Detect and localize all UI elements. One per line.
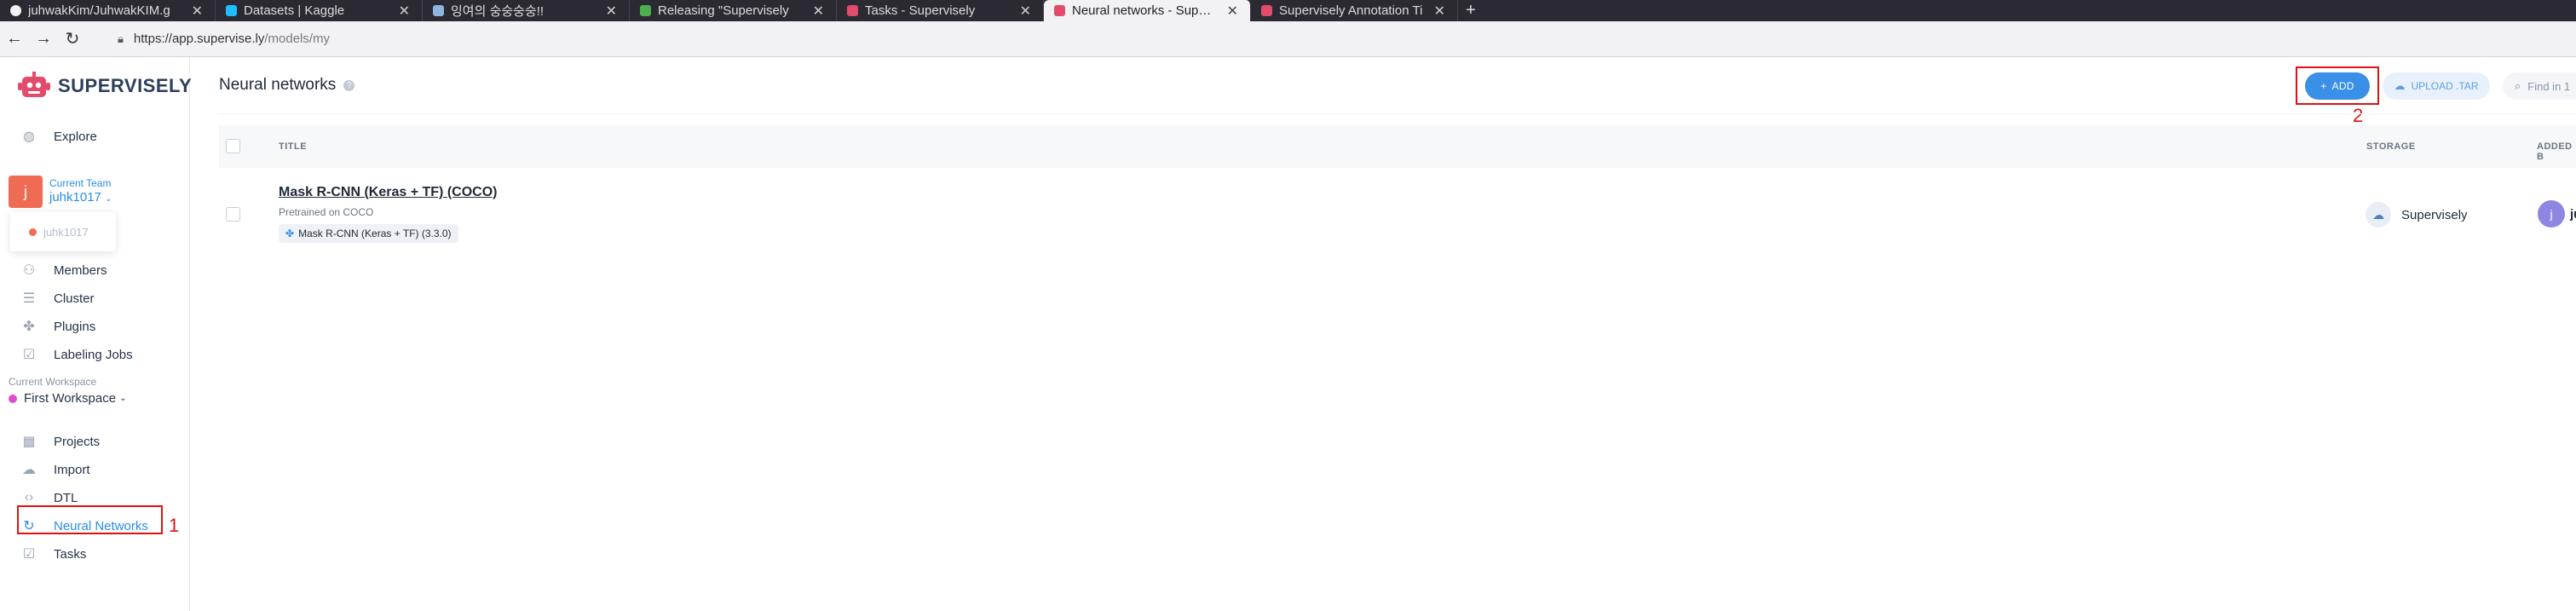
close-tab-icon[interactable]: ✕ xyxy=(1434,3,1445,20)
row-checkbox[interactable] xyxy=(226,207,240,222)
workspace-color-dot xyxy=(9,394,17,403)
search-input[interactable]: ⌕ Find in 1 xyxy=(2503,72,2576,100)
sidebar-item-labeling-jobs[interactable]: ☑ Labeling Jobs xyxy=(20,346,133,363)
browser-tab[interactable]: Supervisely Annotation Ti ✕ xyxy=(1251,0,1458,21)
cloud-upload-icon: ☁ xyxy=(2394,79,2406,92)
team-selector[interactable]: juhk1017 ⌄ xyxy=(49,190,112,205)
app: SUPERVISELY ◍ Explore j Current Team juh… xyxy=(0,57,2576,611)
workspace-selector[interactable]: First Workspace ⌄ xyxy=(9,391,126,406)
added-by-cell: j ju xyxy=(2538,200,2576,228)
close-tab-icon[interactable]: ✕ xyxy=(192,3,203,20)
supervisely-favicon-icon xyxy=(847,5,858,16)
lock-icon: 🔒︎ xyxy=(118,32,124,45)
column-header-added-by[interactable]: ADDED B xyxy=(2537,141,2576,162)
team-caption: Current Team xyxy=(49,177,112,189)
model-title-link[interactable]: Mask R-CNN (Keras + TF) (COCO) xyxy=(279,185,497,200)
supervisely-favicon-icon xyxy=(1054,5,1065,16)
checkbox-icon: ☑ xyxy=(22,348,36,362)
browser-tab[interactable]: Datasets | Kaggle ✕ xyxy=(216,0,423,21)
puzzle-icon: ✤ xyxy=(23,320,35,334)
puzzle-icon: ✤ xyxy=(285,228,295,239)
sidebar-item-members[interactable]: ⚇ Members xyxy=(20,262,107,279)
list-icon: ☰ xyxy=(22,291,36,306)
images-icon: ▦ xyxy=(22,435,36,449)
cloud-icon: ☁ xyxy=(2366,202,2391,228)
sidebar-item-cluster[interactable]: ☰ Cluster xyxy=(20,290,95,307)
new-tab-button[interactable]: + xyxy=(1458,0,1484,21)
annotation-label-2: 2 xyxy=(2353,105,2364,126)
close-tab-icon[interactable]: ✕ xyxy=(813,3,824,20)
sidebar-item-plugins[interactable]: ✤ Plugins xyxy=(20,318,95,335)
browser-tab[interactable]: 잉여의 숭숭숭숭!! ✕ xyxy=(423,0,630,21)
select-all-checkbox[interactable] xyxy=(226,139,240,153)
logo[interactable]: SUPERVISELY xyxy=(17,71,192,101)
blog-favicon-icon xyxy=(433,5,444,16)
model-subtitle: Pretrained on COCO xyxy=(279,206,374,218)
storage-cell: ☁ Supervisely xyxy=(2366,202,2468,228)
avatar: j xyxy=(2538,200,2565,228)
team-avatar[interactable]: j xyxy=(9,176,43,208)
table-header: TITLE STORAGE ADDED B xyxy=(219,125,2576,168)
cloud-upload-icon: ☁ xyxy=(22,463,36,477)
annotation-highlight-box xyxy=(17,505,163,534)
back-arrow-icon[interactable]: ← xyxy=(0,25,29,54)
help-icon[interactable]: ? xyxy=(343,79,355,91)
page-favicon-icon xyxy=(640,5,651,16)
browser-tab[interactable]: juhwakKim/JuhwakKIM.g ✕ xyxy=(0,0,216,21)
supervisely-logo-icon xyxy=(17,71,51,101)
sidebar-item-tasks[interactable]: ☑ Tasks xyxy=(20,545,87,562)
column-header-storage[interactable]: STORAGE xyxy=(2366,141,2416,152)
sidebar: SUPERVISELY ◍ Explore j Current Team juh… xyxy=(0,57,192,611)
close-tab-icon[interactable]: ✕ xyxy=(1227,3,1238,20)
address-bar[interactable]: 🔒︎ https://app.supervise.ly/models/my xyxy=(118,32,330,46)
browser-tab-strip: juhwakKim/JuhwakKIM.g ✕ Datasets | Kaggle… xyxy=(0,0,2576,21)
upload-tar-button[interactable]: ☁ UPLOAD .TAR xyxy=(2383,72,2490,100)
team-dropdown-item[interactable]: juhk1017 xyxy=(43,226,89,239)
forward-arrow-icon[interactable]: → xyxy=(29,25,58,54)
browser-toolbar: ← → ↻ 🔒︎ https://app.supervise.ly/models… xyxy=(0,21,2576,57)
browser-tab-active[interactable]: Neural networks - Supervi ✕ xyxy=(1044,0,1251,21)
search-icon: ⌕ xyxy=(2515,79,2521,92)
browser-tab[interactable]: Releasing "Supervisely ✕ xyxy=(630,0,837,21)
close-tab-icon[interactable]: ✕ xyxy=(1020,3,1031,20)
sidebar-item-explore[interactable]: ◍ Explore xyxy=(20,128,97,145)
reload-icon[interactable]: ↻ xyxy=(58,25,87,54)
code-icon: ‹› xyxy=(24,490,34,504)
sidebar-item-dtl[interactable]: ‹› DTL xyxy=(20,489,78,506)
annotation-highlight-box xyxy=(2296,66,2379,105)
page-title: Neural networks ? xyxy=(219,76,355,95)
column-header-title[interactable]: TITLE xyxy=(279,141,307,152)
close-tab-icon[interactable]: ✕ xyxy=(606,3,617,20)
browser-tab[interactable]: Tasks - Supervisely ✕ xyxy=(837,0,1044,21)
team-dropdown: juhk1017 xyxy=(10,212,116,251)
chevron-down-icon: ⌄ xyxy=(105,194,112,204)
globe-icon: ◍ xyxy=(23,130,35,144)
workspace-caption: Current Workspace xyxy=(9,376,97,388)
users-icon: ⚇ xyxy=(22,263,36,278)
supervisely-favicon-icon xyxy=(1261,5,1272,16)
tasks-icon: ☑ xyxy=(22,547,36,562)
close-tab-icon[interactable]: ✕ xyxy=(399,3,410,20)
main-content: Neural networks ? + ADD 2 ☁ UPLOAD .TAR … xyxy=(191,57,2576,611)
kaggle-favicon-icon xyxy=(226,5,237,16)
sidebar-item-import[interactable]: ☁ Import xyxy=(20,461,90,478)
sidebar-item-projects[interactable]: ▦ Projects xyxy=(20,433,100,450)
header-divider xyxy=(219,113,2576,114)
team-color-dot xyxy=(29,228,37,236)
chevron-down-icon: ⌄ xyxy=(119,394,127,403)
annotation-label-1: 1 xyxy=(169,515,180,536)
github-favicon-icon xyxy=(10,5,21,16)
model-tag: ✤ Mask R-CNN (Keras + TF) (3.3.0) xyxy=(279,224,458,243)
